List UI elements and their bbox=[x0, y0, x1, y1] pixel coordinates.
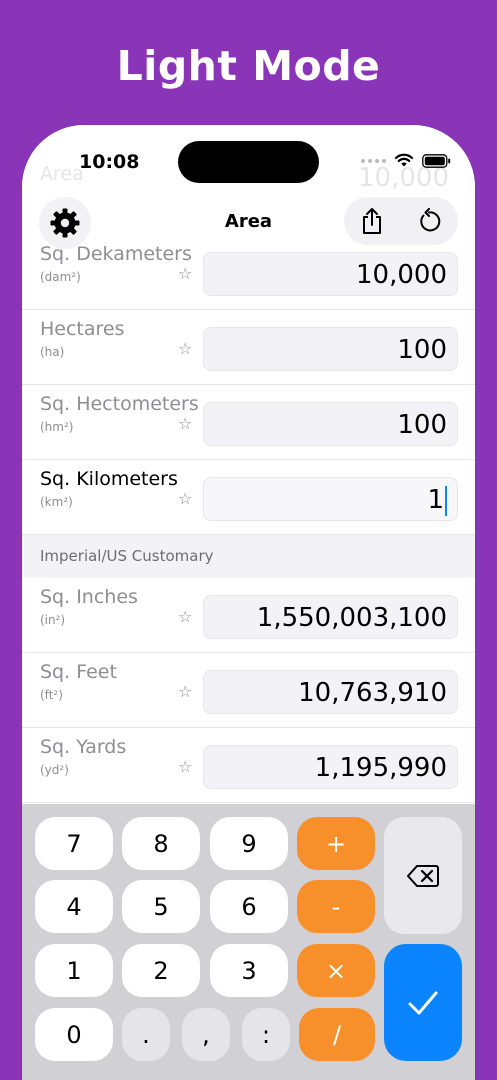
unit-symbol: (dam²) bbox=[40, 270, 81, 284]
status-bar: 10:08 bbox=[22, 125, 475, 185]
unit-value-field[interactable]: 100 bbox=[203, 402, 458, 446]
section-header-imperial: Imperial/US Customary bbox=[22, 535, 475, 578]
reset-icon[interactable] bbox=[416, 208, 442, 234]
key-minus[interactable]: - bbox=[297, 880, 375, 933]
unit-row-hectares[interactable]: Hectares (ha) ☆ 100 bbox=[22, 310, 475, 385]
unit-symbol: (hm²) bbox=[40, 420, 74, 434]
unit-symbol: (yd²) bbox=[40, 763, 69, 777]
unit-value-field[interactable]: 1,195,990 bbox=[203, 745, 458, 789]
confirm-button[interactable] bbox=[384, 944, 462, 1061]
share-icon[interactable] bbox=[360, 207, 384, 235]
key-4[interactable]: 4 bbox=[35, 880, 113, 933]
key-3[interactable]: 3 bbox=[210, 944, 288, 997]
calculator-keypad: 7 8 9 + 4 5 6 - 1 2 3 × 0 . , : / bbox=[22, 804, 475, 1080]
star-icon[interactable]: ☆ bbox=[178, 682, 192, 701]
unit-name: Sq. Inches bbox=[40, 586, 138, 608]
unit-symbol: (in²) bbox=[40, 613, 66, 627]
unit-name: Sq. Yards bbox=[40, 736, 127, 758]
phone-frame: 10:08 Area 10,000 Area Sq. Dekameters (d… bbox=[22, 125, 475, 1080]
unit-symbol: (ft²) bbox=[40, 688, 63, 702]
unit-row-sq-inches[interactable]: Sq. Inches (in²) ☆ 1,550,003,100 bbox=[22, 578, 475, 653]
dynamic-island bbox=[178, 141, 319, 183]
key-0[interactable]: 0 bbox=[35, 1008, 113, 1061]
checkmark-icon bbox=[408, 991, 438, 1014]
delete-backspace-icon bbox=[407, 864, 439, 887]
unit-name: Sq. Feet bbox=[40, 661, 117, 683]
wifi-icon bbox=[394, 153, 414, 167]
screen: 10:08 Area 10,000 Area Sq. Dekameters (d… bbox=[22, 125, 475, 1080]
unit-row-sq-kilometers[interactable]: Sq. Kilometers (km²) ☆ 1 bbox=[22, 460, 475, 535]
unit-symbol: (km²) bbox=[40, 495, 73, 509]
unit-value-field[interactable]: 1,550,003,100 bbox=[203, 595, 458, 639]
nav-actions bbox=[344, 197, 458, 245]
cellular-signal-icon bbox=[361, 158, 386, 163]
star-icon[interactable]: ☆ bbox=[178, 489, 192, 508]
unit-value-field[interactable]: 10,000 bbox=[203, 252, 458, 296]
key-colon[interactable]: : bbox=[242, 1008, 290, 1061]
star-icon[interactable]: ☆ bbox=[178, 607, 192, 626]
key-5[interactable]: 5 bbox=[122, 880, 200, 933]
unit-row-sq-hectometers[interactable]: Sq. Hectometers (hm²) ☆ 100 bbox=[22, 385, 475, 460]
key-6[interactable]: 6 bbox=[210, 880, 288, 933]
key-divide[interactable]: / bbox=[299, 1008, 375, 1061]
key-9[interactable]: 9 bbox=[210, 817, 288, 870]
key-decimal-point[interactable]: . bbox=[122, 1008, 170, 1061]
active-unit-value: 1 bbox=[427, 485, 444, 515]
key-comma[interactable]: , bbox=[182, 1008, 230, 1061]
key-multiply[interactable]: × bbox=[297, 944, 375, 997]
unit-row-sq-yards[interactable]: Sq. Yards (yd²) ☆ 1,195,990 bbox=[22, 728, 475, 803]
star-icon[interactable]: ☆ bbox=[178, 339, 192, 358]
unit-row-sq-feet[interactable]: Sq. Feet (ft²) ☆ 10,763,910 bbox=[22, 653, 475, 728]
unit-value-field[interactable]: 100 bbox=[203, 327, 458, 371]
battery-icon bbox=[422, 153, 451, 168]
unit-symbol: (ha) bbox=[40, 345, 65, 359]
key-2[interactable]: 2 bbox=[122, 944, 200, 997]
promo-title: Light Mode bbox=[116, 42, 381, 90]
star-icon[interactable]: ☆ bbox=[178, 414, 192, 433]
status-time: 10:08 bbox=[79, 151, 140, 173]
key-plus[interactable]: + bbox=[297, 817, 375, 870]
unit-name: Sq. Kilometers bbox=[40, 468, 178, 490]
navigation-bar: Area bbox=[22, 193, 475, 249]
status-icons bbox=[361, 153, 451, 168]
star-icon[interactable]: ☆ bbox=[178, 757, 192, 776]
key-8[interactable]: 8 bbox=[122, 817, 200, 870]
unit-name: Sq. Hectometers bbox=[40, 393, 199, 415]
key-7[interactable]: 7 bbox=[35, 817, 113, 870]
star-icon[interactable]: ☆ bbox=[178, 264, 192, 283]
unit-value-field[interactable]: 10,763,910 bbox=[203, 670, 458, 714]
unit-list: Sq. Dekameters (dam²) ☆ 10,000 Hectares … bbox=[22, 235, 475, 803]
key-1[interactable]: 1 bbox=[35, 944, 113, 997]
active-unit-value-field[interactable]: 1 bbox=[203, 477, 458, 521]
unit-name: Hectares bbox=[40, 318, 125, 340]
text-caret bbox=[445, 485, 447, 516]
delete-button[interactable] bbox=[384, 817, 462, 934]
